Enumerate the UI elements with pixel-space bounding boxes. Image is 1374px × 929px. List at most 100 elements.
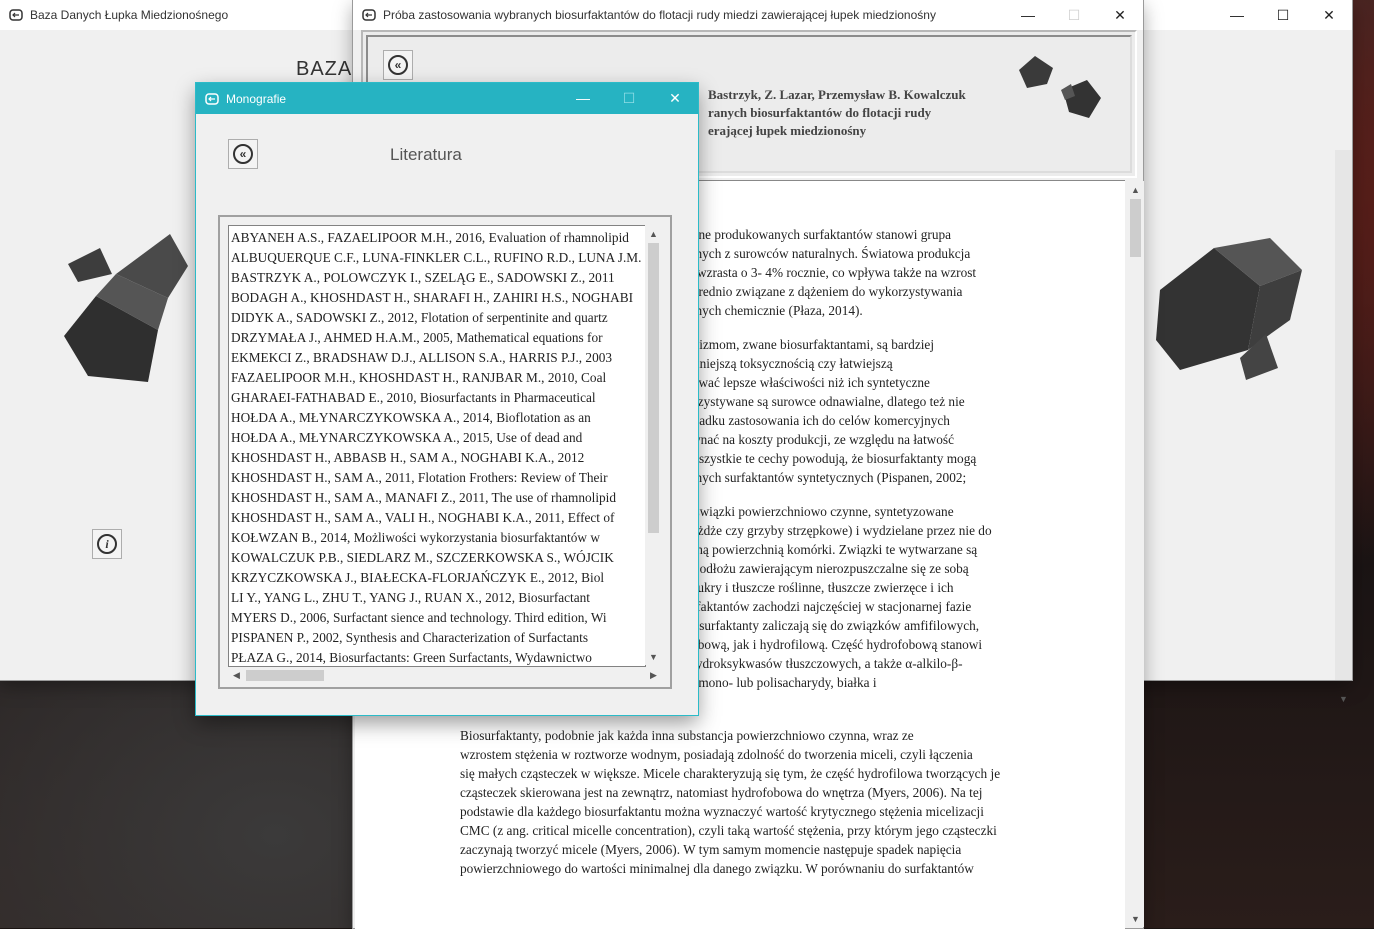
article-line: powierzchniowego do wartości minimalnej … <box>460 861 974 876</box>
article-line: CMC (z ang. critical micelle concentrati… <box>460 823 997 838</box>
literature-item[interactable]: GHARAEI-FATHABAD E., 2010, Biosurfactant… <box>231 388 645 408</box>
maximize-button: ☐ <box>622 89 636 106</box>
article-line: surfaktantów zachodzi najczęściej w stac… <box>680 599 972 614</box>
article-line: yczne produkowanych surfaktantów stanowi… <box>680 227 952 242</box>
article-line: w podłożu zawierającym nierozpuszczalne … <box>680 561 969 576</box>
back-button[interactable]: « <box>383 50 413 80</box>
double-chevron-left-icon: « <box>388 55 408 75</box>
article-line: y i wzrasta o 3- 4% rocznie, co wpływa t… <box>680 265 977 280</box>
maximize-button[interactable]: ☐ <box>1260 0 1306 30</box>
scroll-right-arrow-icon[interactable]: ▶ <box>645 667 662 684</box>
literature-item[interactable]: HOŁDA A., MŁYNARCZYKOWSKA A., 2014, Biof… <box>231 408 645 428</box>
scroll-down-arrow-icon[interactable]: ▼ <box>1127 910 1144 927</box>
literature-item[interactable]: KRZYCZKOWSKA J., BIAŁECKA-FLORJAŃCZYK E.… <box>231 568 645 588</box>
authors-line: Bastrzyk, Z. Lazar, Przemysław B. Kowalc… <box>708 87 966 102</box>
scroll-thumb[interactable] <box>246 670 324 681</box>
article-line: się małych cząsteczek w większe. Micele … <box>460 766 1001 781</box>
literature-item[interactable]: KOWALCZUK P.B., SIEDLARZ M., SZCZERKOWSK… <box>231 548 645 568</box>
literature-item[interactable]: BASTRZYK A., POLOWCZYK I., SZELĄG E., SA… <box>231 268 645 288</box>
literature-item[interactable]: PISPANEN P., 2002, Synthesis and Charact… <box>231 628 645 648</box>
literature-item[interactable]: KHOSHDAST H., ABBASB H., SAM A., NOGHABI… <box>231 448 645 468</box>
literature-item[interactable]: KHOSHDAST H., SAM A., VALI H., NOGHABI K… <box>231 508 645 528</box>
article-line: wanych chemicznie (Płaza, 2014). <box>680 303 863 318</box>
article-line: wanych z surowców naturalnych. Światowa … <box>680 246 971 261</box>
article-line: ganizmom, zwane biosurfaktantami, są bar… <box>680 337 935 352</box>
literature-item[interactable]: ABYANEH A.S., FAZAELIPOOR M.H., 2016, Ev… <box>231 228 645 248</box>
app-icon <box>204 91 220 107</box>
listbox-vertical-scrollbar[interactable]: ▲ ▼ <box>645 225 662 665</box>
article-line: zaczynają tworzyć micele (Myers, 2006). … <box>460 842 962 857</box>
literature-item[interactable]: DIDYK A., SADOWSKI Z., 2012, Flotation o… <box>231 308 645 328</box>
literature-item[interactable]: DRZYMAŁA J., AHMED H.A.M., 2005, Mathema… <box>231 328 645 348</box>
close-button[interactable]: ✕ <box>652 83 698 113</box>
article-line: wzrostem stężenia w roztworze wodnym, po… <box>460 747 973 762</box>
minimize-button[interactable]: — <box>1005 0 1051 30</box>
article-line: zypadku zastosowania ich do celów komerc… <box>680 413 950 428</box>
article-line: wanych surfaktantów syntetycznych (Pispa… <box>680 470 967 485</box>
literatura-heading: Literatura <box>390 145 462 164</box>
article-line: ): cukry i tłuszcze roślinne, tłuszcze z… <box>680 580 954 595</box>
info-button[interactable]: i <box>92 529 122 559</box>
article-paragraph: Biosurfaktanty, podobnie jak każda inna … <box>420 726 1030 878</box>
double-chevron-left-icon: « <box>233 144 253 164</box>
minimize-button[interactable]: — <box>1214 0 1260 30</box>
monografie-window: Monografie — ☐ ✕ « Literatura ABYANEH A.… <box>196 83 698 715</box>
literature-item[interactable]: KHOSHDAST H., SAM A., MANAFI Z., 2011, T… <box>231 488 645 508</box>
minimize-button[interactable]: — <box>560 83 606 113</box>
article-line: pośrednio związane z dążeniem do wykorzy… <box>680 284 963 299</box>
close-button[interactable]: ✕ <box>1306 0 1352 30</box>
literature-item[interactable]: ALBUQUERQUE C.F., LUNA-FINKLER C.L., RUF… <box>231 248 645 268</box>
article-line: podstawie dla każdego biosurfaktantu moż… <box>460 804 984 819</box>
main-window-title: Baza Danych Łupka Miedzionośnego <box>30 8 229 22</box>
stones-logo-right <box>1156 238 1302 380</box>
literature-item[interactable]: HOŁDA A., MŁYNARCZYKOWSKA A., 2015, Use … <box>231 428 645 448</box>
scroll-down-arrow-icon[interactable]: ▼ <box>1335 690 1352 707</box>
literature-item[interactable]: BODAGH A., KHOSHDAST H., SHARAFI H., ZAH… <box>231 288 645 308</box>
monografie-footer <box>197 689 697 714</box>
article-citation: Bastrzyk, Z. Lazar, Przemysław B. Kowalc… <box>708 86 1038 140</box>
literature-item[interactable]: FAZAELIPOOR M.H., KHOSHDAST H., RANJBAR … <box>231 368 645 388</box>
monografie-titlebar[interactable]: Monografie — ☐ ✕ <box>196 83 698 114</box>
literature-item[interactable]: EKMEKCI Z., BRADSHAW D.J., ALLISON S.A.,… <box>231 348 645 368</box>
app-icon <box>361 7 377 23</box>
title-line-1: ranych biosurfaktantów do flotacji rudy <box>708 105 932 120</box>
close-button[interactable]: ✕ <box>1097 0 1143 30</box>
back-button[interactable]: « <box>228 139 258 169</box>
literature-item[interactable]: PŁAZA G., 2014, Biosurfactants: Green Su… <box>231 648 645 666</box>
article-line: azywać lepsze właściwości niż ich syntet… <box>680 375 930 390</box>
literature-item[interactable]: KOŁWZAN B., 2014, Możliwości wykorzystan… <box>231 528 645 548</box>
literature-list-frame: ABYANEH A.S., FAZAELIPOOR M.H., 2016, Ev… <box>218 215 672 689</box>
article-line: cząsteczek skierowana jest na zewnątrz, … <box>460 785 983 800</box>
title-line-2: erającej łupek miedzionośny <box>708 123 867 138</box>
article-scrollbar[interactable]: ▲ ▼ <box>1127 181 1144 927</box>
literature-item[interactable]: LI Y., YANG L., ZHU T., YANG J., RUAN X.… <box>231 588 645 608</box>
literature-item[interactable]: MYERS D., 2006, Surfactant sience and te… <box>231 608 645 628</box>
article-line: ą mniejszą toksycznością czy łatwiejszą <box>680 356 893 371</box>
literature-listbox[interactable]: ABYANEH A.S., FAZAELIPOOR M.H., 2016, Ev… <box>228 225 646 667</box>
scroll-down-arrow-icon[interactable]: ▼ <box>645 648 662 665</box>
article-line: to związki powierzchniowo czynne, syntet… <box>680 504 954 519</box>
app-icon <box>8 7 24 23</box>
scroll-up-arrow-icon[interactable]: ▲ <box>645 225 662 242</box>
article-line: Biosurfaktanty zaliczają się do związków… <box>680 618 980 633</box>
article-line: równać na koszty produkcji, ze względu n… <box>680 432 954 447</box>
scroll-thumb[interactable] <box>648 243 659 533</box>
main-window-scrollbar[interactable]: ▼ <box>1335 150 1352 704</box>
article-line: rczną powierzchnią komórki. Związki te w… <box>680 542 978 557</box>
article-line: . Wszystkie te cechy powodują, że biosur… <box>680 451 977 466</box>
listbox-horizontal-scrollbar[interactable]: ◀ ▶ <box>228 667 662 684</box>
stones-logo-small <box>1019 56 1101 118</box>
scroll-up-arrow-icon[interactable]: ▲ <box>1127 181 1144 198</box>
article-window-titlebar[interactable]: Próba zastosowania wybranych biosurfakta… <box>353 0 1143 30</box>
stones-logo-left <box>64 234 188 382</box>
article-line: drożdże czy grzyby strzępkowe) i wydziel… <box>680 523 992 538</box>
article-line: ofobową, jak i hydrofilową. Część hydrof… <box>680 637 983 652</box>
maximize-button: ☐ <box>1067 6 1081 23</box>
scroll-left-arrow-icon[interactable]: ◀ <box>228 667 245 684</box>
monografie-title: Monografie <box>226 91 287 106</box>
literature-item[interactable]: KHOSHDAST H., SAM A., 2011, Flotation Fr… <box>231 468 645 488</box>
article-line: Biosurfaktanty, podobnie jak każda inna … <box>460 728 914 743</box>
scroll-thumb[interactable] <box>1130 199 1141 257</box>
article-window-title: Próba zastosowania wybranych biosurfakta… <box>383 8 936 22</box>
article-line: ą hydroksykwasów tłuszczowych, a także α… <box>680 656 963 671</box>
